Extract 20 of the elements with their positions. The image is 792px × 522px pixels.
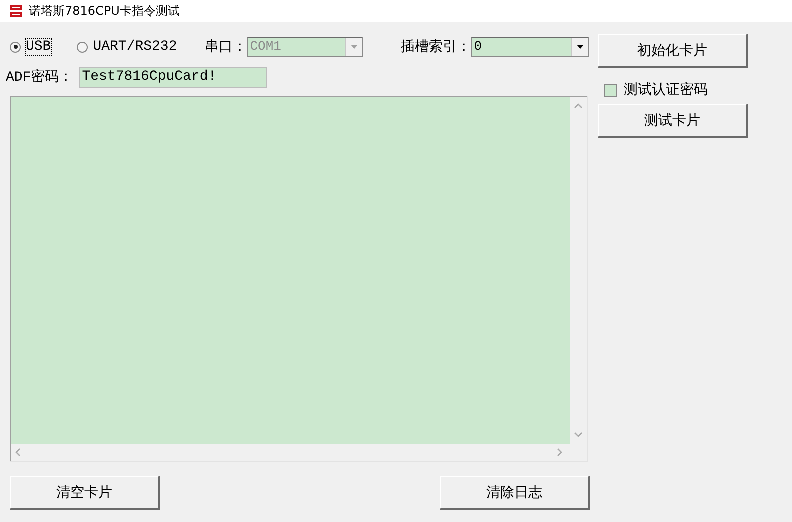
caret-icon[interactable] [576,45,584,49]
scroll-left-icon[interactable] [15,448,21,457]
clear-log-button[interactable]: 清除日志 [440,476,590,510]
adf-password-field[interactable]: Test7816CpuCard! [79,66,268,88]
slot-dropdown[interactable]: 0 [471,37,590,57]
log-area[interactable] [10,96,588,462]
slot-label: 插槽索引： [401,38,472,56]
radio-option[interactable]: USB [10,39,52,55]
app-logo-icon [9,4,23,18]
test-card-button[interactable]: 测试卡片 [598,104,748,138]
scroll-up-icon[interactable] [574,103,583,109]
port-label: 串口： [205,38,248,56]
init-card-button[interactable]: 初始化卡片 [598,34,748,68]
clear-card-button[interactable]: 清空卡片 [10,476,160,510]
radio-option[interactable]: UART/RS232 [77,39,178,55]
scroll-right-icon[interactable] [557,448,563,457]
window-title: 诺塔斯7816CPU卡指令测试 [29,2,180,20]
scroll-down-icon[interactable] [574,432,583,438]
adf-label: ADF密码： [6,68,74,86]
verify-password-checkbox[interactable]: 测试认证密码 [604,81,748,99]
